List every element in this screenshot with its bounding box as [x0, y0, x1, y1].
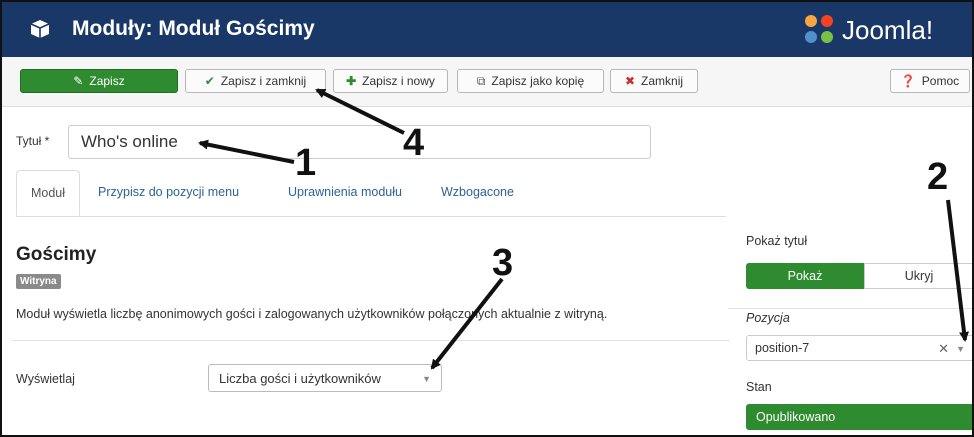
save-copy-button[interactable]: ⧉ Zapisz jako kopię	[457, 69, 604, 93]
clear-icon[interactable]: ✕	[938, 341, 949, 357]
state-value: Opublikowano	[756, 410, 836, 424]
sidebar-divider	[728, 308, 972, 309]
app-window: Moduły: Moduł Gościmy Joomla! ✎ Zapisz ✔…	[0, 0, 974, 437]
module-description: Moduł wyświetla liczbę anonimowych gości…	[16, 307, 608, 321]
title-input[interactable]	[68, 125, 651, 159]
display-select-value: Liczba gości i użytkowników	[219, 370, 381, 386]
annotation-number-2: 2	[927, 156, 949, 198]
annotation-number-1: 1	[295, 142, 317, 184]
save-new-button-label: Zapisz i nowy	[362, 74, 435, 88]
chevron-down-icon: ▼	[422, 374, 431, 384]
toolbar: ✎ Zapisz ✔ Zapisz i zamknij ✚ Zapisz i n…	[2, 57, 972, 107]
save-button[interactable]: ✎ Zapisz	[20, 69, 178, 93]
cube-icon	[30, 19, 50, 39]
help-button-label: Pomoc	[921, 74, 960, 88]
close-button-label: Zamknij	[641, 74, 684, 88]
position-value: position-7	[755, 341, 810, 355]
state-select[interactable]: Opublikowano	[746, 404, 972, 430]
tab-menu-assignment[interactable]: Przypisz do pozycji menu	[98, 185, 239, 199]
brand-wordmark: Joomla!	[842, 15, 934, 45]
page-title: Moduły: Moduł Gościmy	[72, 17, 315, 40]
state-label: Stan	[746, 380, 772, 394]
display-label: Wyświetlaj	[16, 372, 75, 386]
save-close-button[interactable]: ✔ Zapisz i zamknij	[185, 69, 326, 93]
question-icon: ❓	[900, 74, 916, 88]
save-button-label: Zapisz	[89, 74, 125, 88]
chevron-down-icon[interactable]: ▼	[956, 344, 965, 354]
help-button[interactable]: ❓ Pomoc	[890, 69, 970, 93]
position-label: Pozycja	[746, 311, 790, 325]
cancel-icon: ✖	[624, 74, 636, 88]
display-select[interactable]: Liczba gości i użytkowników ▼	[208, 364, 442, 392]
save-close-button-label: Zapisz i zamknij	[220, 74, 307, 88]
show-title-label: Pokaż tytuł	[746, 234, 808, 248]
close-button[interactable]: ✖ Zamknij	[610, 69, 698, 93]
copy-icon: ⧉	[476, 74, 486, 88]
position-select[interactable]: position-7 ✕ ▼	[746, 335, 972, 361]
show-title-toggle: Pokaż Ukryj	[746, 263, 972, 289]
tab-advanced[interactable]: Wzbogacone	[441, 185, 514, 199]
save-new-button[interactable]: ✚ Zapisz i nowy	[333, 69, 448, 93]
title-label: Tytuł *	[16, 134, 50, 148]
show-title-hide-button[interactable]: Ukryj	[864, 263, 972, 289]
annotation-arrow-3	[430, 277, 504, 370]
divider	[12, 340, 730, 341]
site-badge: Witryna	[16, 274, 61, 289]
tab-permissions[interactable]: Uprawnienia modułu	[288, 185, 402, 199]
save-copy-button-label: Zapisz jako kopię	[491, 74, 585, 88]
check-icon: ✔	[204, 74, 215, 88]
joomla-logo: Joomla!	[802, 12, 962, 48]
show-title-show-button[interactable]: Pokaż	[746, 263, 864, 289]
annotation-number-3: 3	[492, 242, 514, 284]
header-bar: Moduły: Moduł Gościmy Joomla!	[2, 2, 972, 57]
plus-icon: ✚	[346, 74, 357, 88]
tab-module[interactable]: Moduł	[16, 170, 80, 216]
edit-icon: ✎	[73, 74, 84, 88]
tab-bar: Moduł Przypisz do pozycji menu Uprawnien…	[16, 170, 726, 217]
module-name: Gościmy	[16, 244, 97, 265]
annotation-number-4: 4	[403, 122, 425, 164]
joomla-mark-icon	[805, 15, 833, 43]
